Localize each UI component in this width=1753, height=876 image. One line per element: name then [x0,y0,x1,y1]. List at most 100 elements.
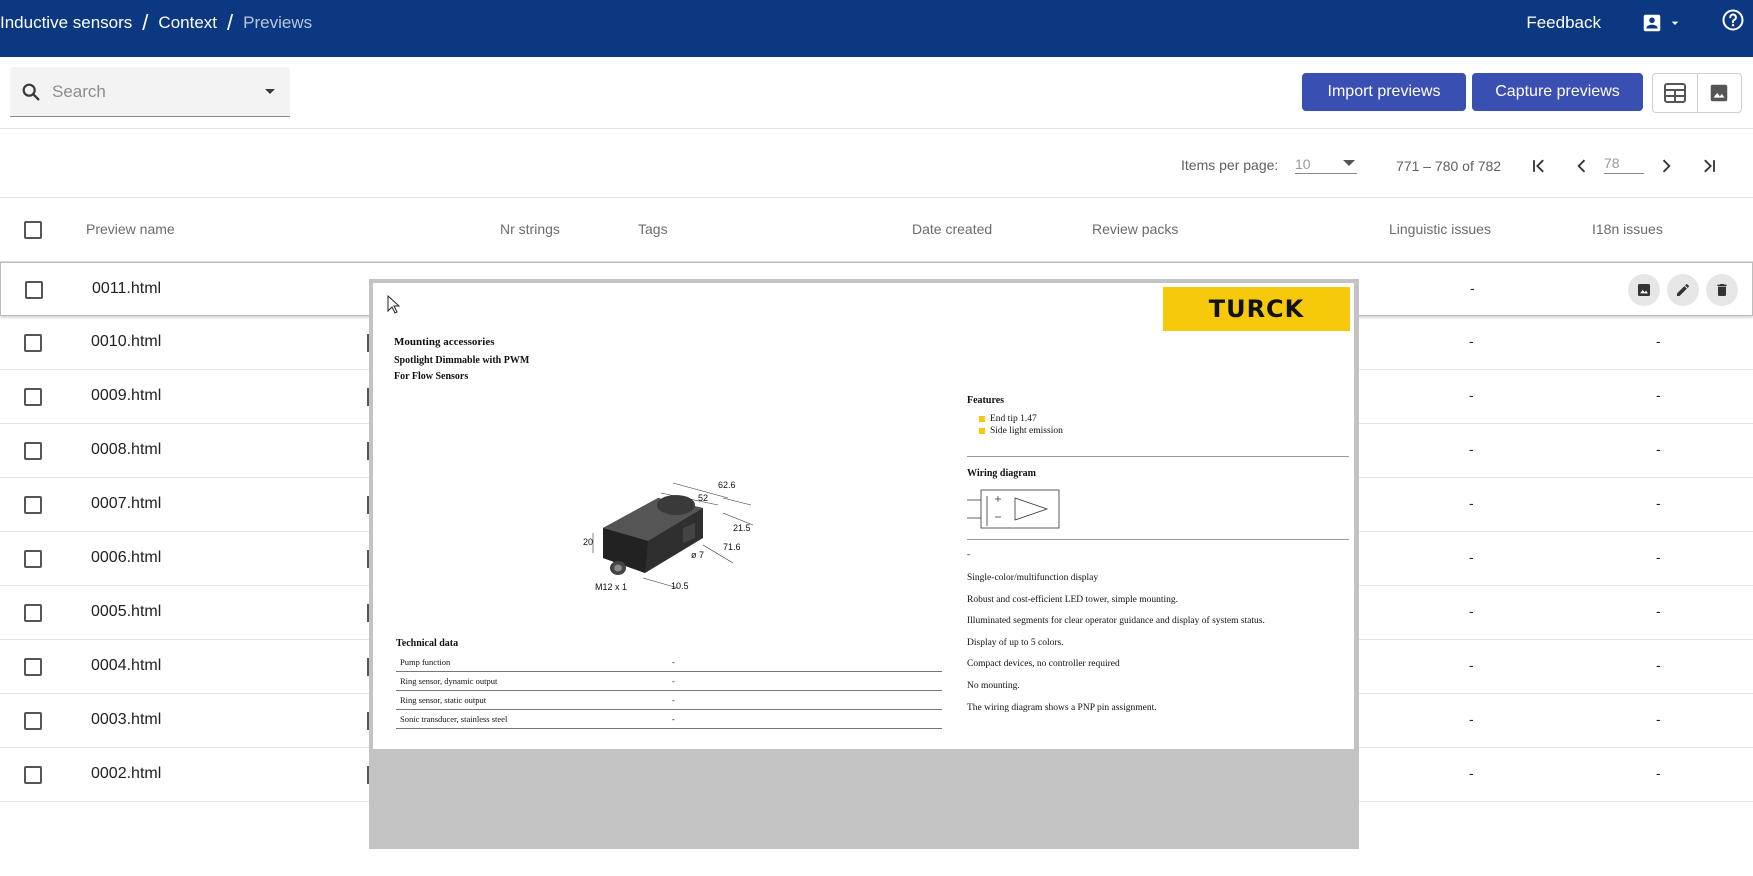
help-button[interactable] [1721,8,1745,37]
tech-key: Pump function [400,657,451,667]
linguistic-issues-value: - [1469,657,1474,673]
paginator: Items per page: 10 771 – 780 of 782 [0,130,1753,198]
view-preview-button[interactable] [1628,274,1660,306]
column-i18n-issues[interactable]: I18n issues [1592,221,1663,237]
row-checkbox[interactable] [24,550,42,568]
delete-preview-button[interactable] [1706,274,1738,306]
i18n-issues-value: - [1656,387,1661,403]
i18n-issues-value: - [1656,657,1661,673]
logo-text: TURCK [1208,295,1305,323]
next-page-button[interactable] [1650,150,1682,182]
feature-item: End tip 1.47 [979,413,1063,425]
account-menu-button[interactable] [1641,12,1683,34]
preview-name: 0006.html [91,549,162,566]
i18n-issues-value: - [1656,495,1661,511]
i18n-issues-value: - [1656,333,1661,349]
linguistic-issues-value: - [1469,387,1474,403]
breadcrumb-current: Previews [243,12,313,32]
previous-page-button[interactable] [1566,150,1598,182]
dimension-label: 21.5 [733,523,751,533]
dimension-label: 71.6 [723,542,741,552]
search-dropdown-arrow-icon[interactable] [264,88,276,96]
divider [967,456,1349,457]
feedback-link[interactable]: Feedback [1526,13,1601,33]
linguistic-issues-value: - [1469,765,1474,781]
row-checkbox[interactable] [24,604,42,622]
breadcrumb-separator: / [142,9,149,35]
linguistic-issues-value: - [1469,333,1474,349]
search-input[interactable] [52,81,242,102]
search-field[interactable] [10,67,290,117]
import-previews-button[interactable]: Import previews [1302,73,1466,111]
row-checkbox[interactable] [24,658,42,676]
note-line: Illuminated segments for clear operator … [967,616,1265,627]
select-all-checkbox[interactable] [24,221,42,239]
row-checkbox[interactable] [24,766,42,784]
preview-name: 0008.html [91,441,162,458]
column-linguistic-issues[interactable]: Linguistic issues [1389,221,1491,237]
bullet-square-icon [979,416,985,422]
image-view-button[interactable] [1696,74,1741,112]
capture-previews-button[interactable]: Capture previews [1472,73,1643,111]
i18n-issues-value: - [1656,549,1661,565]
chevron-down-icon [1343,160,1355,166]
breadcrumb-context[interactable]: Context [158,13,217,33]
header-actions: Feedback [1526,0,1753,45]
column-date-created[interactable]: Date created [912,221,992,237]
i18n-issues-value: - [1656,441,1661,457]
last-page-button[interactable] [1693,150,1725,182]
preview-subtitle: Spotlight Dimmable with PWM [394,355,530,366]
image-icon [1711,84,1728,102]
pencil-icon [1677,284,1689,296]
row-checkbox[interactable] [25,281,43,299]
image-icon [1638,284,1650,296]
row-checkbox[interactable] [24,712,42,730]
wiring-placeholder: - [967,550,971,560]
items-per-page-select[interactable]: 10 [1295,152,1357,174]
row-checkbox[interactable] [24,334,42,352]
items-per-page-label: Items per page: [1181,157,1279,173]
column-preview-name[interactable]: Preview name [86,221,175,237]
account-box-icon [1643,14,1661,31]
column-tags[interactable]: Tags [638,221,668,237]
row-actions [1628,274,1738,306]
column-review-packs[interactable]: Review packs [1092,221,1178,237]
preview-name: 0009.html [91,387,162,404]
help-icon [1722,9,1744,31]
row-checkbox[interactable] [24,442,42,460]
note-line: Single-color/multifunction display [967,573,1099,583]
row-checkbox[interactable] [24,388,42,406]
feature-text: End tip 1.47 [990,414,1037,424]
first-page-icon [1533,159,1544,173]
technical-data-row: Ring sensor, dynamic output - [396,672,942,691]
note-line: The wiring diagram shows a PNP pin assig… [967,702,1157,713]
breadcrumb-inductive-sensors[interactable]: Inductive sensors [0,13,132,33]
linguistic-issues-value: - [1469,495,1474,511]
app-header: Inductive sensors / Context / Previews F… [0,0,1753,57]
page-number-input[interactable] [1604,152,1644,174]
page-range-label: 771 – 780 of 782 [1396,158,1502,174]
feature-item: Side light emission [979,425,1063,437]
dimension-label: 20 [583,537,593,547]
edit-preview-button[interactable] [1667,274,1699,306]
preview-name: 0003.html [91,711,162,728]
row-checkbox[interactable] [24,496,42,514]
note-line: Compact devices, no controller required [967,659,1120,670]
preview-name: 0005.html [91,603,162,620]
wiring-diagram [967,489,1060,529]
features-heading: Features [967,395,1005,406]
technical-data-row: Pump function - [396,653,942,672]
trash-icon [1717,284,1727,296]
tech-value: - [672,676,675,686]
table-view-icon [1663,83,1686,103]
preview-name: 0002.html [91,765,162,782]
i18n-issues-value: - [1656,711,1661,727]
technical-data-table: Pump function - Ring sensor, dynamic outp… [396,653,942,729]
technical-data-heading: Technical data [396,638,459,649]
column-nr-strings[interactable]: Nr strings [500,221,560,237]
first-page-button[interactable] [1523,150,1555,182]
divider [967,539,1349,540]
toolbar: Import previews Capture previews [0,57,1753,129]
breadcrumb-separator: / [227,9,234,35]
table-view-button[interactable] [1653,74,1697,112]
